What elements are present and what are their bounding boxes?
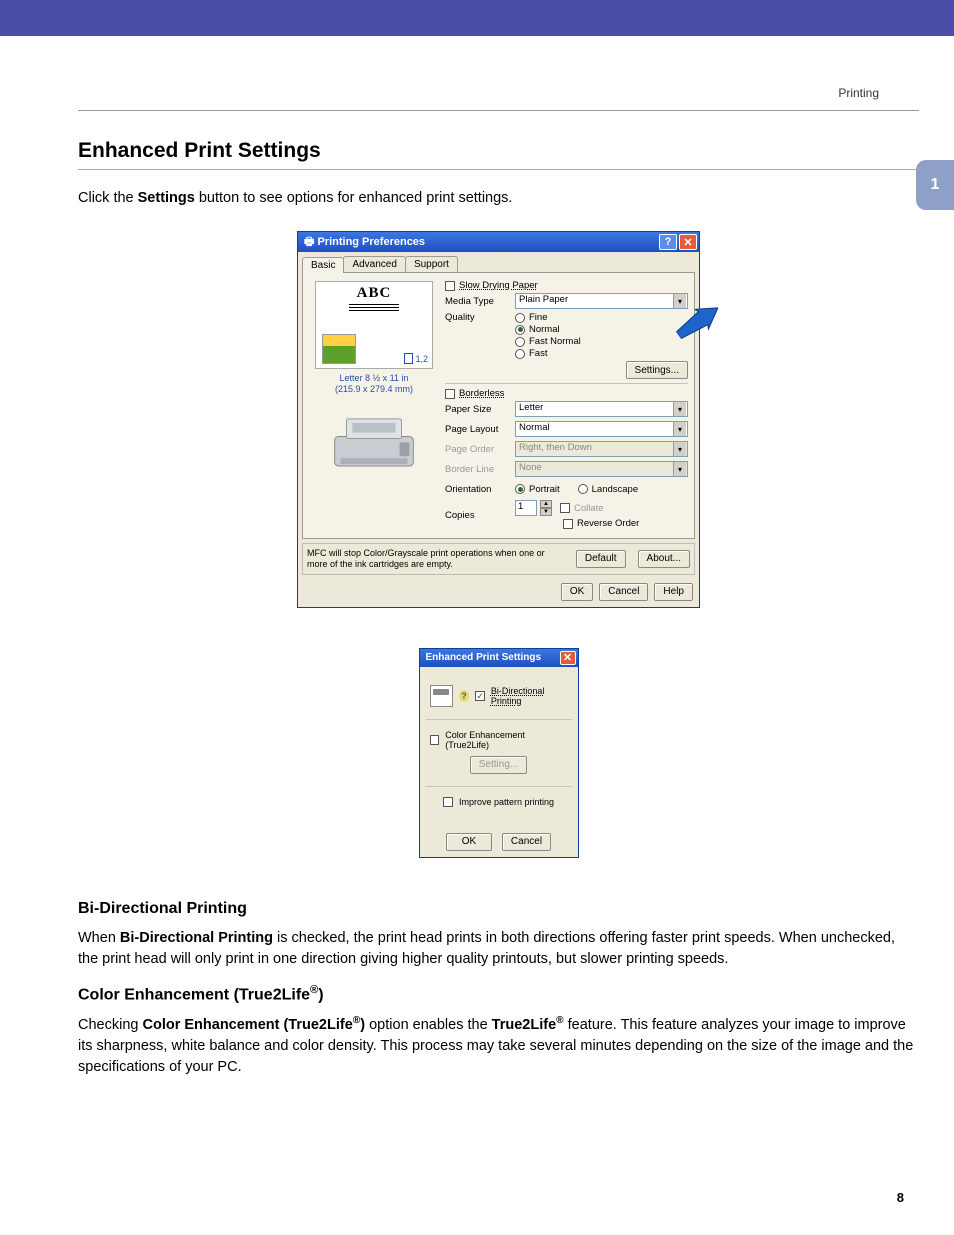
breadcrumb: Printing <box>78 86 879 100</box>
divider <box>78 169 919 170</box>
printer-icon: 🖶 <box>304 233 314 252</box>
page-number: 8 <box>897 1190 904 1205</box>
info-icon: ? <box>459 690 470 702</box>
reverse-order-checkbox[interactable] <box>563 519 573 529</box>
copies-spinner[interactable]: 1 ▲▼ <box>515 500 552 516</box>
printer-illustration <box>315 409 433 479</box>
page-preview: ABC 1,2 <box>315 281 433 369</box>
quality-settings-button[interactable]: Settings... <box>626 361 688 379</box>
page-layout-select[interactable]: Normal <box>515 421 688 437</box>
bidirectional-paragraph: When Bi-Directional Printing is checked,… <box>78 928 919 970</box>
page-order-select: Right, then Down <box>515 441 688 457</box>
ok-button[interactable]: OK <box>561 583 593 601</box>
preview-pages-indicator: 1,2 <box>404 353 428 364</box>
dialog-title: Printing Preferences <box>317 236 425 248</box>
default-button[interactable]: Default <box>576 550 626 568</box>
close-icon[interactable]: ✕ <box>679 234 697 250</box>
dialog2-title: Enhanced Print Settings <box>426 652 542 663</box>
preview-sample-text: ABC <box>319 285 429 302</box>
dialog2-titlebar: Enhanced Print Settings ✕ <box>420 649 578 667</box>
color-enhancement-paragraph: Checking Color Enhancement (True2Life®) … <box>78 1014 919 1078</box>
color-enhancement-checkbox[interactable] <box>430 735 440 745</box>
status-message: MFC will stop Color/Grayscale print oper… <box>307 548 564 570</box>
media-type-select[interactable]: Plain Paper <box>515 293 688 309</box>
page-order-label: Page Order <box>445 444 515 455</box>
close-icon[interactable]: ✕ <box>560 651 576 665</box>
border-line-select: None <box>515 461 688 477</box>
tab-advanced[interactable]: Advanced <box>343 256 405 272</box>
intro-text: Click the Settings button to see options… <box>78 188 919 209</box>
help-icon[interactable]: ? <box>659 234 677 250</box>
status-area: MFC will stop Color/Grayscale print oper… <box>302 543 695 575</box>
copies-label: Copies <box>445 510 515 521</box>
bidirectional-label: Bi-Directional Printing <box>491 686 568 706</box>
tab-basic[interactable]: Basic <box>302 257 344 273</box>
preview-lines <box>349 304 399 305</box>
page-icon <box>404 353 413 364</box>
printing-preferences-dialog: 🖶 Printing Preferences ? ✕ Basic Advance… <box>297 231 700 608</box>
improve-pattern-label: Improve pattern printing <box>459 797 554 807</box>
preview-photo <box>322 334 356 364</box>
borderless-checkbox[interactable] <box>445 389 455 399</box>
quality-radio-group: Fine Normal Fast Normal Fast <box>515 312 688 359</box>
paper-size-label: Letter 8 ½ x 11 in (215.9 x 279.4 mm) <box>309 373 439 395</box>
enhanced-print-settings-dialog: Enhanced Print Settings ✕ ? Bi-Direction… <box>419 648 579 858</box>
color-enhancement-label: Color Enhancement (True2Life) <box>445 730 567 750</box>
help-button[interactable]: Help <box>654 583 693 601</box>
quality-fine-radio[interactable] <box>515 313 525 323</box>
bidirectional-heading: Bi-Directional Printing <box>78 900 919 918</box>
border-line-label: Border Line <box>445 464 515 475</box>
improve-pattern-checkbox[interactable] <box>443 797 453 807</box>
collate-checkbox <box>560 503 570 513</box>
about-button[interactable]: About... <box>638 550 690 568</box>
spin-up-icon[interactable]: ▲ <box>540 500 552 508</box>
landscape-radio[interactable] <box>578 484 588 494</box>
spin-down-icon[interactable]: ▼ <box>540 508 552 516</box>
quality-fastnormal-radio[interactable] <box>515 337 525 347</box>
page-layout-label: Page Layout <box>445 424 515 435</box>
portrait-radio[interactable] <box>515 484 525 494</box>
copies-input[interactable]: 1 <box>515 500 537 516</box>
quality-label: Quality <box>445 312 515 323</box>
page-title: Enhanced Print Settings <box>78 139 919 163</box>
color-enhancement-setting-button: Setting... <box>470 756 527 774</box>
slow-drying-checkbox[interactable] <box>445 281 455 291</box>
dialog-titlebar: 🖶 Printing Preferences ? ✕ <box>298 232 699 252</box>
cancel-button[interactable]: Cancel <box>599 583 648 601</box>
borderless-label: Borderless <box>459 388 504 399</box>
color-enhancement-heading: Color Enhancement (True2Life®) <box>78 984 919 1004</box>
top-accent-bar <box>0 0 954 36</box>
divider <box>78 110 919 111</box>
bidirectional-checkbox[interactable] <box>475 691 485 701</box>
ok-button[interactable]: OK <box>446 833 492 851</box>
divider <box>445 383 688 384</box>
quality-fast-radio[interactable] <box>515 349 525 359</box>
paper-size-form-label: Paper Size <box>445 404 515 415</box>
printhead-icon <box>430 685 453 707</box>
tab-strip: Basic Advanced Support <box>298 252 699 272</box>
tab-support[interactable]: Support <box>405 256 458 272</box>
quality-normal-radio[interactable] <box>515 325 525 335</box>
cancel-button[interactable]: Cancel <box>502 833 551 851</box>
slow-drying-label: Slow Drying Paper <box>459 280 538 291</box>
orientation-label: Orientation <box>445 484 515 495</box>
paper-size-select[interactable]: Letter <box>515 401 688 417</box>
media-type-label: Media Type <box>445 296 515 307</box>
